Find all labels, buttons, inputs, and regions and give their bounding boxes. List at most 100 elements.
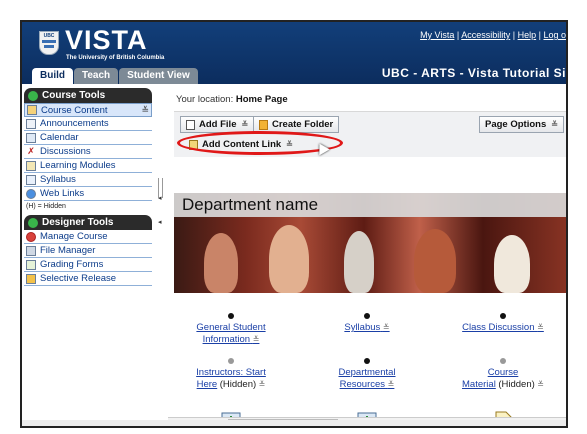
module-icon xyxy=(26,160,36,171)
sidebar-item-label: Course Content xyxy=(41,104,108,116)
bullet-dot xyxy=(500,358,506,364)
sidebar-item-file-manager[interactable]: File Manager xyxy=(24,244,152,258)
collapse-arrow-icon[interactable]: ◂ xyxy=(158,218,162,226)
content-link[interactable]: Departmental Resources ≚ xyxy=(312,367,422,391)
crest-text: UBC xyxy=(43,33,55,39)
sidebar-item-learning-modules[interactable]: Learning Modules xyxy=(24,159,152,173)
hidden-tag: (Hidden) xyxy=(219,379,257,390)
sidebar-item-label: Web Links xyxy=(40,188,85,199)
chevron-down-icon[interactable]: ≚ xyxy=(383,323,390,332)
sidebar-item-manage-course[interactable]: Manage Course xyxy=(24,230,152,244)
banner-title: Department name xyxy=(182,195,319,214)
panel-splitter[interactable]: ◂ ◂ xyxy=(156,86,166,426)
sidebar-item-calendar[interactable]: Calendar xyxy=(24,131,152,145)
status-bar xyxy=(22,420,566,426)
help-link[interactable]: Help xyxy=(518,30,537,40)
sidebar-item-label: Announcements xyxy=(40,118,109,129)
calendar-icon xyxy=(26,132,36,143)
chevron-down-icon[interactable]: ≚ xyxy=(241,120,248,129)
top-links: My Vista | Accessibility | Help | Log o xyxy=(420,30,566,40)
content-item-instructors-start-here[interactable]: Instructors: Start Here (Hidden) ≚ xyxy=(176,358,286,391)
chevron-down-icon[interactable]: ≚ xyxy=(141,104,149,117)
chevron-down-icon[interactable]: ≚ xyxy=(537,380,544,389)
toggle-circle-icon xyxy=(28,90,38,101)
content-link[interactable]: Class Discussion ≚ xyxy=(448,322,558,334)
file-icon xyxy=(186,119,195,130)
folder-icon xyxy=(259,119,268,130)
page-options-label: Page Options xyxy=(485,119,547,130)
sidebar-item-grading-forms[interactable]: Grading Forms xyxy=(24,258,152,272)
content-link[interactable]: Syllabus ≚ xyxy=(312,322,422,334)
megaphone-icon xyxy=(26,118,36,129)
vista-header: UBC VISTA The University of British Colu… xyxy=(22,22,566,84)
folder-icon xyxy=(27,105,37,115)
vista-logo-title: VISTA xyxy=(65,25,148,55)
tab-build[interactable]: Build xyxy=(32,68,73,84)
sidebar-item-label: Calendar xyxy=(40,132,79,143)
content-toolbar: Add File ≚ Create Folder Page Options ≚ … xyxy=(174,111,566,157)
sidebar-item-web-links[interactable]: Web Links xyxy=(24,187,152,201)
toggle-circle-icon xyxy=(28,217,38,228)
hidden-legend: (H) = Hidden xyxy=(26,203,66,210)
discussion-icon: ✗ xyxy=(27,145,35,156)
browser-frame: UBC VISTA The University of British Colu… xyxy=(20,20,568,428)
hidden-tag: (Hidden) xyxy=(498,379,535,390)
location-value[interactable]: Home Page xyxy=(236,94,288,105)
course-tools-title: Course Tools xyxy=(42,90,106,101)
manage-icon xyxy=(26,231,36,242)
left-navigation: Course Tools Course Content ≚ Announceme… xyxy=(22,86,154,426)
university-subtitle: The University of British Columbia xyxy=(66,55,165,61)
sidebar-item-label: Selective Release xyxy=(40,273,117,284)
sidebar-item-label: Syllabus xyxy=(40,174,76,185)
splitter-grip[interactable] xyxy=(158,178,163,198)
designer-tools-title: Designer Tools xyxy=(42,217,114,228)
role-tabs: Build Teach Student View xyxy=(32,68,199,84)
bullet-dot xyxy=(500,313,506,319)
sidebar-item-announcements[interactable]: Announcements xyxy=(24,117,152,131)
bullet-dot xyxy=(364,313,370,319)
content-item-class-discussion[interactable]: Class Discussion ≚ xyxy=(448,313,558,334)
chevron-down-icon[interactable]: ≚ xyxy=(253,335,260,344)
sidebar-item-label: Manage Course xyxy=(40,231,108,242)
bullet-dot xyxy=(228,313,234,319)
location-label: Your location: xyxy=(176,94,234,105)
selective-release-icon xyxy=(26,273,36,284)
bullet-dot xyxy=(228,358,234,364)
create-folder-label: Create Folder xyxy=(272,119,334,130)
content-link[interactable]: General Student Information ≚ xyxy=(176,322,286,346)
course-tools-header[interactable]: Course Tools xyxy=(24,88,152,103)
main-content: Your location: Home Page Add File ≚ Crea… xyxy=(168,86,566,426)
content-item-general-student-information[interactable]: General Student Information ≚ xyxy=(176,313,286,346)
file-manager-icon xyxy=(26,245,36,256)
syllabus-icon xyxy=(26,174,36,185)
content-item-departmental-resources[interactable]: Departmental Resources ≚ xyxy=(312,358,422,391)
content-item-syllabus[interactable]: Syllabus ≚ xyxy=(312,313,422,334)
sidebar-item-discussions[interactable]: ✗ Discussions xyxy=(24,145,152,159)
my-vista-link[interactable]: My Vista xyxy=(420,30,454,40)
chevron-down-icon[interactable]: ≚ xyxy=(259,380,266,389)
page-options-button[interactable]: Page Options ≚ xyxy=(479,116,564,133)
sidebar-item-syllabus[interactable]: Syllabus xyxy=(24,173,152,187)
content-item-course-material[interactable]: Course Material (Hidden) ≚ xyxy=(448,358,558,391)
tab-student-view[interactable]: Student View xyxy=(119,68,198,84)
add-file-label: Add File xyxy=(199,119,237,130)
grading-form-icon xyxy=(26,259,36,270)
chevron-down-icon[interactable]: ≚ xyxy=(551,120,558,129)
chevron-down-icon[interactable]: ≚ xyxy=(537,323,544,332)
tab-teach[interactable]: Teach xyxy=(74,68,119,84)
sidebar-item-selective-release[interactable]: Selective Release xyxy=(24,272,152,286)
sidebar-item-label: Learning Modules xyxy=(40,160,116,171)
globe-icon xyxy=(26,188,36,199)
breadcrumb: Your location: Home Page xyxy=(176,94,288,105)
ubc-crest-logo: UBC xyxy=(39,31,59,55)
sidebar-item-course-content[interactable]: Course Content ≚ xyxy=(24,103,152,117)
bullet-dot xyxy=(364,358,370,364)
sidebar-item-label: Grading Forms xyxy=(40,259,104,270)
chevron-down-icon[interactable]: ≚ xyxy=(388,380,395,389)
accessibility-link[interactable]: Accessibility xyxy=(461,30,510,40)
course-title: UBC - ARTS - Vista Tutorial Si xyxy=(381,66,566,80)
sidebar-item-label: File Manager xyxy=(40,245,96,256)
designer-tools-header[interactable]: Designer Tools xyxy=(24,215,152,230)
logout-link[interactable]: Log o xyxy=(543,30,566,40)
sidebar-item-label: Discussions xyxy=(40,146,91,157)
